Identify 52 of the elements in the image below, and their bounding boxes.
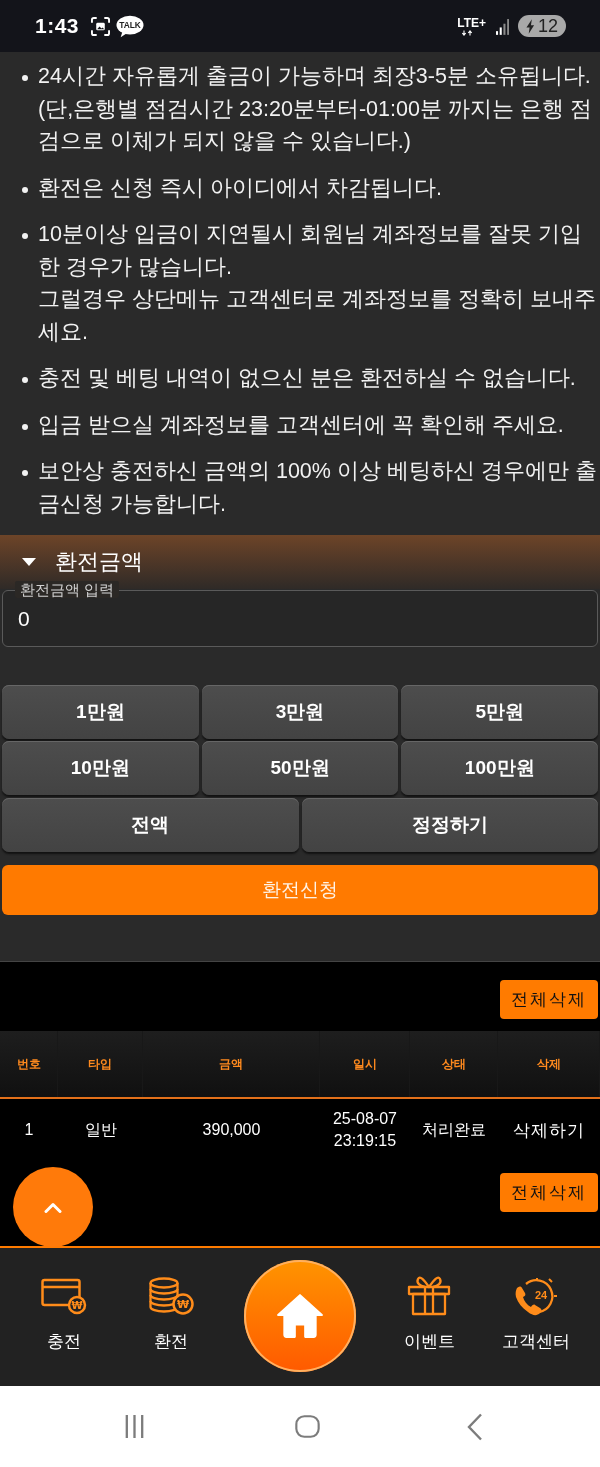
table-cell-text: 1 bbox=[24, 1120, 34, 1140]
back-icon[interactable] bbox=[467, 1412, 483, 1441]
bullet-icon bbox=[22, 75, 28, 81]
amount-button[interactable]: 10만원 bbox=[2, 741, 199, 795]
bullet-icon bbox=[22, 186, 28, 193]
table-cell-text: 처리완료 bbox=[422, 1120, 486, 1140]
bullet-icon bbox=[22, 423, 28, 430]
nav-item[interactable]: ₩ 충전 bbox=[41, 1276, 87, 1353]
bullet-icon bbox=[22, 470, 28, 476]
status-time: 1:43 bbox=[35, 14, 80, 38]
table-cell-text: 25-08-07 23:19:15 bbox=[331, 1109, 398, 1151]
column-header: 상태 bbox=[441, 1055, 466, 1073]
bullet-icon bbox=[22, 233, 28, 239]
signal-icon bbox=[495, 17, 509, 35]
action-button[interactable]: 전액 bbox=[2, 798, 299, 852]
amount-button[interactable]: 3만원 bbox=[201, 685, 399, 739]
column-header: 금액 bbox=[219, 1055, 243, 1073]
table-cell-text: 390,000 bbox=[202, 1120, 261, 1140]
amount-button[interactable]: 1만원 bbox=[2, 685, 199, 739]
nav-item[interactable]: 이벤트 bbox=[403, 1276, 455, 1353]
column-header: 번호 bbox=[16, 1055, 41, 1073]
delete-link[interactable]: 삭제하기 bbox=[513, 1118, 585, 1142]
amount-button[interactable]: 5만원 bbox=[401, 685, 598, 739]
field-label: 환전금액 입력 bbox=[15, 581, 120, 598]
column-header: 삭제 bbox=[536, 1055, 561, 1073]
nav-item[interactable]: 24 고객센터 bbox=[502, 1276, 570, 1353]
bullet-icon bbox=[22, 377, 28, 383]
delete-all-button[interactable]: 전체삭제 bbox=[500, 1173, 598, 1212]
home-nav-icon[interactable] bbox=[294, 1414, 320, 1439]
action-button[interactable]: 정정하기 bbox=[301, 798, 598, 852]
table-cell-text: 일반 bbox=[84, 1120, 117, 1140]
network-type: LTE+ bbox=[457, 16, 486, 30]
column-header: 일시 bbox=[352, 1055, 377, 1073]
notice-text: 충전 및 베팅 내역이 없으신 분은 환전하실 수 없습니다. bbox=[38, 365, 576, 392]
charging-icon bbox=[525, 18, 535, 34]
column-header: 타입 bbox=[88, 1055, 112, 1073]
amount-button[interactable]: 100만원 bbox=[401, 741, 598, 795]
notice-text: 10분이상 입금이 지연될시 회원님 계좌정보를 잘못 기입한 경우가 많습니다. bbox=[38, 221, 583, 281]
gift-box-icon bbox=[406, 1276, 452, 1316]
data-arrows-icon bbox=[461, 29, 474, 36]
notice-text: 환전은 신청 즉시 아이디에서 차감됩니다. bbox=[38, 174, 442, 202]
notice-text: 입금 받으실 계좌정보를 고객센터에 꼭 확인해 주세요. bbox=[38, 411, 564, 439]
delete-all-button[interactable]: 전체삭제 bbox=[500, 980, 598, 1019]
caret-up-icon bbox=[44, 1201, 62, 1213]
nav-item[interactable]: ₩ 환전 bbox=[148, 1276, 194, 1353]
notice-text: 보안상 충전하신 금액의 100% 이상 베팅하신 경우에만 출금신청 가능합니다. bbox=[38, 458, 597, 518]
screenshot-icon bbox=[91, 16, 111, 36]
notice-text: 그럴경우 상단메뉴 고객센터로 계좌정보를 정확히 보내주세요. bbox=[38, 286, 597, 346]
notice-text: 24시간 자유롭게 출금이 가능하며 최장3-5분 소유됩니다. (단,은행별 점검시간 23:20분부터-01:00분 까지는 은행 점검으로 이체가 되지 않을 수 있습니다.) bbox=[38, 63, 593, 155]
battery-level: 12 bbox=[537, 15, 558, 37]
amount-button[interactable]: 50만원 bbox=[201, 741, 399, 795]
home-icon bbox=[275, 1292, 325, 1340]
